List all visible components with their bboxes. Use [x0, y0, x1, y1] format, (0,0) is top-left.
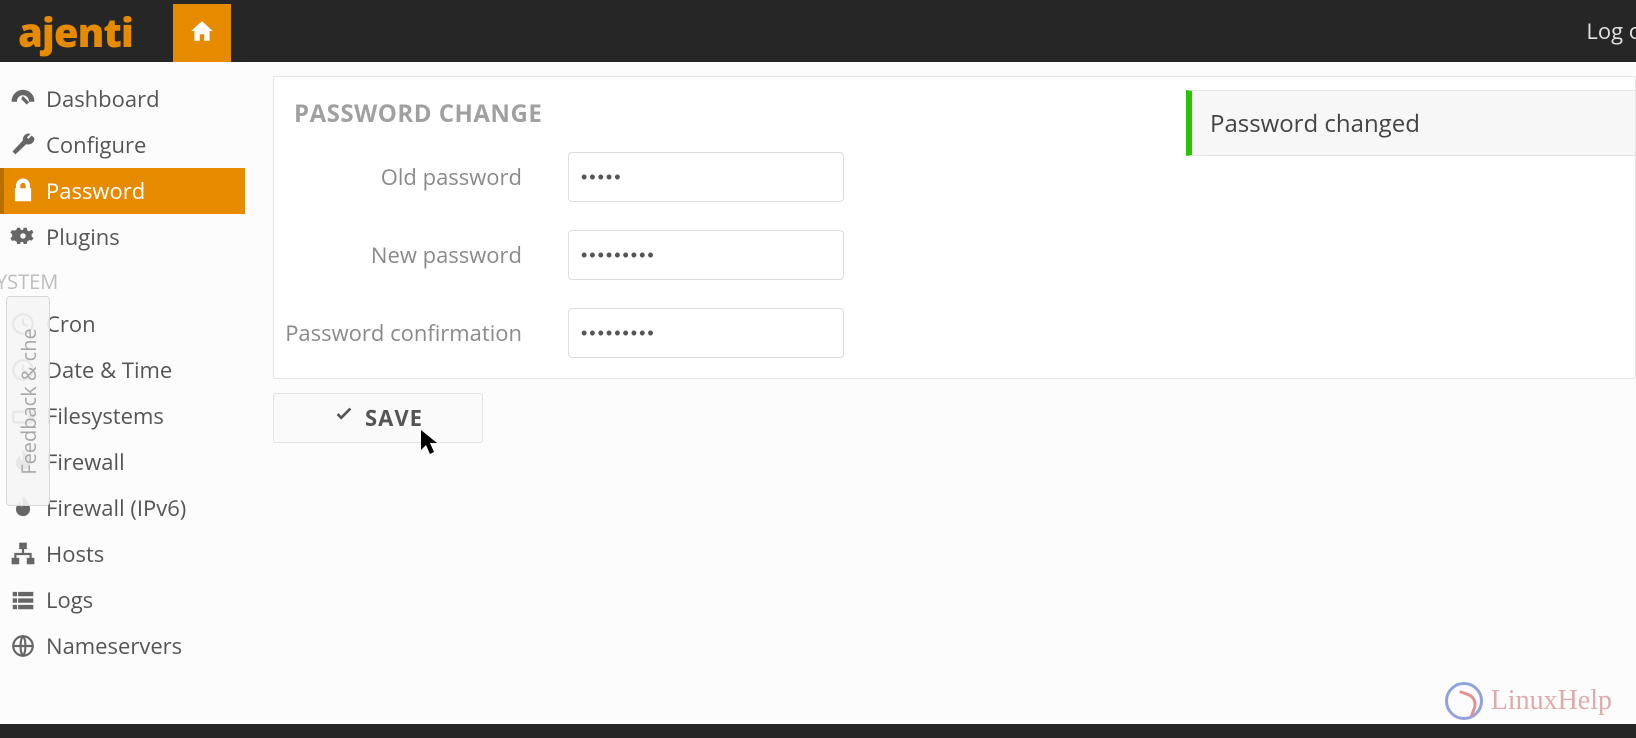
logout-link[interactable]: Log o: [1580, 0, 1636, 62]
feedback-tab-label: Feedback & che: [15, 328, 42, 475]
label-confirm-password: Password confirmation: [274, 318, 528, 348]
bottom-bar: [0, 724, 1636, 738]
sidebar-item-configure[interactable]: Configure: [0, 122, 245, 168]
input-old-password[interactable]: [568, 152, 844, 202]
toast-success: Password changed: [1186, 90, 1636, 156]
sidebar-item-label: Hosts: [46, 539, 104, 569]
gears-icon: [10, 224, 36, 250]
sidebar-item-label: Plugins: [46, 222, 120, 252]
wrench-icon: [10, 132, 36, 158]
sidebar-item-plugins[interactable]: Plugins: [0, 214, 245, 260]
sidebar-item-label: Firewall: [46, 447, 125, 477]
sidebar-item-password[interactable]: Password: [0, 168, 245, 214]
feedback-tab[interactable]: Feedback & che: [6, 296, 50, 506]
lock-icon: [10, 178, 36, 204]
row-old-password: Old password: [274, 152, 1635, 202]
list-icon: [10, 587, 36, 613]
sidebar-item-label: Nameservers: [46, 631, 182, 661]
input-confirm-password[interactable]: [568, 308, 844, 358]
main-content: PASSWORD CHANGE Old password New passwor…: [245, 62, 1636, 724]
sidebar-item-label: Filesystems: [46, 401, 164, 431]
sidebar-section-system: YSTEM: [0, 260, 245, 301]
save-button-label: SAVE: [365, 403, 423, 433]
gauge-icon: [10, 86, 36, 112]
row-new-password: New password: [274, 230, 1635, 280]
sitemap-icon: [10, 541, 36, 567]
label-new-password: New password: [274, 240, 528, 270]
save-button[interactable]: SAVE: [273, 393, 483, 443]
globe-icon: [10, 633, 36, 659]
sidebar-item-label: Password: [46, 176, 145, 206]
sidebar-item-label: Date & Time: [46, 355, 172, 385]
sidebar-item-logs[interactable]: Logs: [0, 577, 245, 623]
sidebar-item-label: Configure: [46, 130, 146, 160]
brand-logo: ajenti: [0, 4, 133, 59]
logout-label: Log o: [1586, 16, 1636, 46]
toast-text: Password changed: [1210, 107, 1420, 140]
label-old-password: Old password: [274, 162, 528, 192]
row-confirm-password: Password confirmation: [274, 308, 1635, 358]
sidebar-item-label: Dashboard: [46, 84, 160, 114]
home-tab[interactable]: [173, 4, 231, 62]
check-icon: [333, 403, 355, 433]
input-new-password[interactable]: [568, 230, 844, 280]
top-header: ajenti Log o: [0, 0, 1636, 62]
sidebar-item-label: Cron: [46, 309, 96, 339]
sidebar-item-dashboard[interactable]: Dashboard: [0, 76, 245, 122]
sidebar-item-nameservers[interactable]: Nameservers: [0, 623, 245, 669]
sidebar-item-label: Firewall (IPv6): [46, 493, 186, 523]
sidebar-item-hosts[interactable]: Hosts: [0, 531, 245, 577]
sidebar-item-label: Logs: [46, 585, 93, 615]
home-icon: [189, 18, 215, 49]
